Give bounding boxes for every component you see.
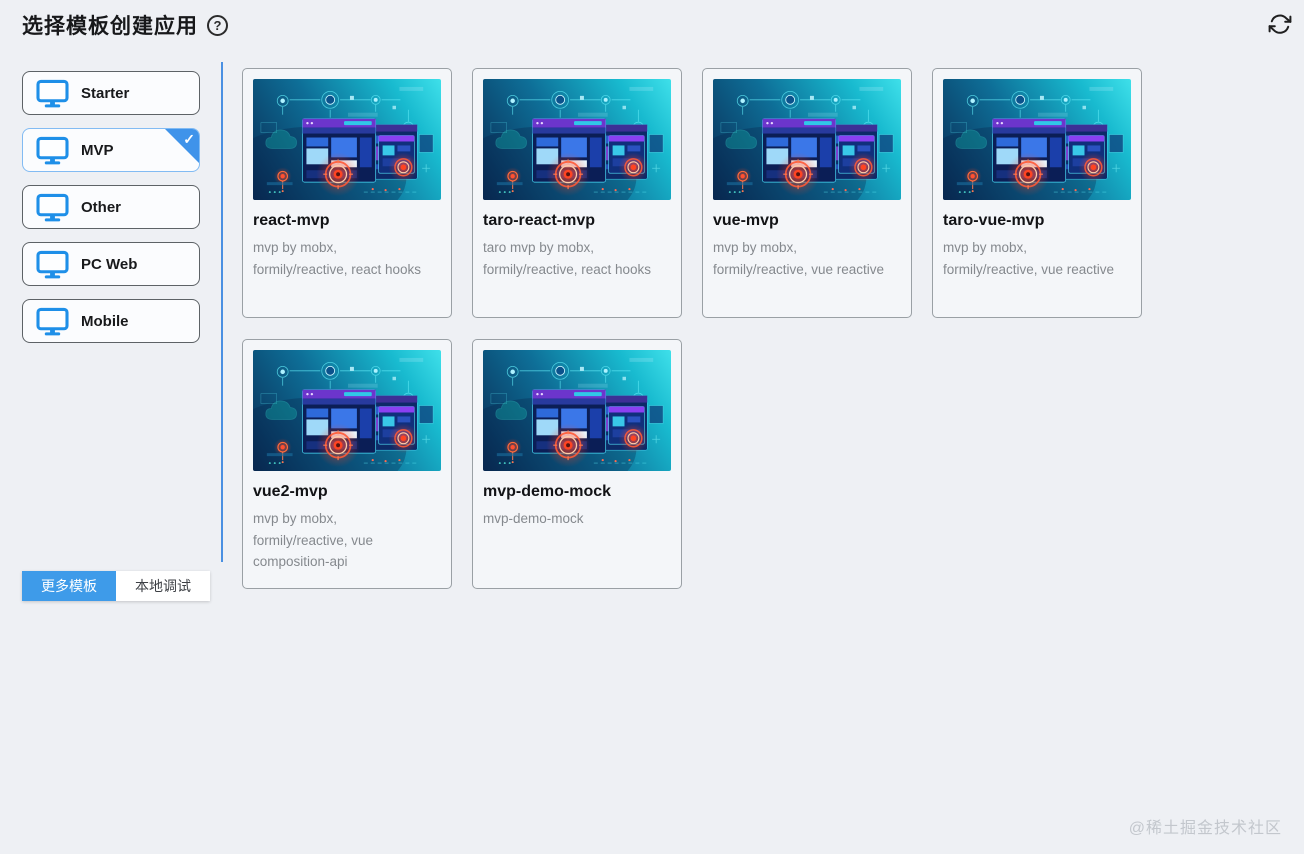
template-description: taro mvp by mobx, formily/reactive, reac… — [483, 237, 671, 280]
template-name: taro-react-mvp — [483, 212, 671, 230]
template-thumbnail-image — [483, 350, 671, 471]
template-description: mvp by mobx, formily/reactive, vue compo… — [253, 508, 441, 573]
template-card-react-mvp[interactable]: react-mvp mvp by mobx, formily/reactive,… — [242, 68, 452, 318]
template-picker-page: 选择模板创建应用 ? Starter ✓ MVP ✓ Other ✓ PC We… — [0, 0, 1304, 854]
check-icon: ✓ — [183, 131, 195, 148]
template-thumbnail-image — [943, 79, 1131, 200]
template-description: mvp by mobx, formily/reactive, vue react… — [943, 237, 1131, 280]
bottom-tab-more-templates[interactable]: 更多模板 — [22, 571, 116, 601]
page-header: 选择模板创建应用 ? — [22, 10, 228, 40]
page-title: 选择模板创建应用 — [22, 10, 198, 40]
sidebar-item-label: Starter — [81, 85, 129, 102]
bottom-tab-label: 更多模板 — [41, 576, 97, 596]
template-card-vue-mvp[interactable]: vue-mvp mvp by mobx, formily/reactive, v… — [702, 68, 912, 318]
template-name: vue-mvp — [713, 212, 901, 230]
refresh-icon[interactable] — [1268, 12, 1292, 36]
sidebar-item-label: Other — [81, 199, 121, 216]
template-card-taro-react-mvp[interactable]: taro-react-mvp taro mvp by mobx, formily… — [472, 68, 682, 318]
template-description: mvp by mobx, formily/reactive, react hoo… — [253, 237, 441, 280]
template-description: mvp-demo-mock — [483, 508, 671, 530]
template-name: mvp-demo-mock — [483, 483, 671, 501]
monitor-icon — [36, 79, 69, 108]
monitor-icon — [36, 250, 69, 279]
category-sidebar: Starter ✓ MVP ✓ Other ✓ PC Web ✓ Mobile … — [22, 71, 200, 343]
template-card-vue2-mvp[interactable]: vue2-mvp mvp by mobx, formily/reactive, … — [242, 339, 452, 589]
template-name: vue2-mvp — [253, 483, 441, 501]
sidebar-item-mvp[interactable]: MVP ✓ — [22, 128, 200, 172]
bottom-tab-bar: 更多模板 本地调试 — [22, 571, 210, 601]
template-card-taro-vue-mvp[interactable]: taro-vue-mvp mvp by mobx, formily/reacti… — [932, 68, 1142, 318]
sidebar-divider — [221, 62, 223, 562]
template-thumbnail-image — [483, 79, 671, 200]
template-thumbnail-image — [253, 350, 441, 471]
template-name: react-mvp — [253, 212, 441, 230]
template-grid: react-mvp mvp by mobx, formily/reactive,… — [242, 68, 1172, 589]
template-thumbnail-image — [713, 79, 901, 200]
sidebar-item-label: MVP — [81, 142, 114, 159]
bottom-tab-local-debug[interactable]: 本地调试 — [116, 571, 210, 601]
sidebar-item-mobile[interactable]: Mobile ✓ — [22, 299, 200, 343]
monitor-icon — [36, 193, 69, 222]
template-description: mvp by mobx, formily/reactive, vue react… — [713, 237, 901, 280]
monitor-icon — [36, 136, 69, 165]
template-thumbnail-image — [253, 79, 441, 200]
template-card-mvp-demo-mock[interactable]: mvp-demo-mock mvp-demo-mock — [472, 339, 682, 589]
sidebar-item-pc-web[interactable]: PC Web ✓ — [22, 242, 200, 286]
sidebar-item-label: Mobile — [81, 313, 129, 330]
watermark: @稀土掘金技术社区 — [1129, 814, 1282, 838]
help-icon[interactable]: ? — [207, 15, 228, 36]
sidebar-item-other[interactable]: Other ✓ — [22, 185, 200, 229]
sidebar-item-label: PC Web — [81, 256, 137, 273]
monitor-icon — [36, 307, 69, 336]
bottom-tab-label: 本地调试 — [135, 576, 191, 596]
template-name: taro-vue-mvp — [943, 212, 1131, 230]
sidebar-item-starter[interactable]: Starter ✓ — [22, 71, 200, 115]
